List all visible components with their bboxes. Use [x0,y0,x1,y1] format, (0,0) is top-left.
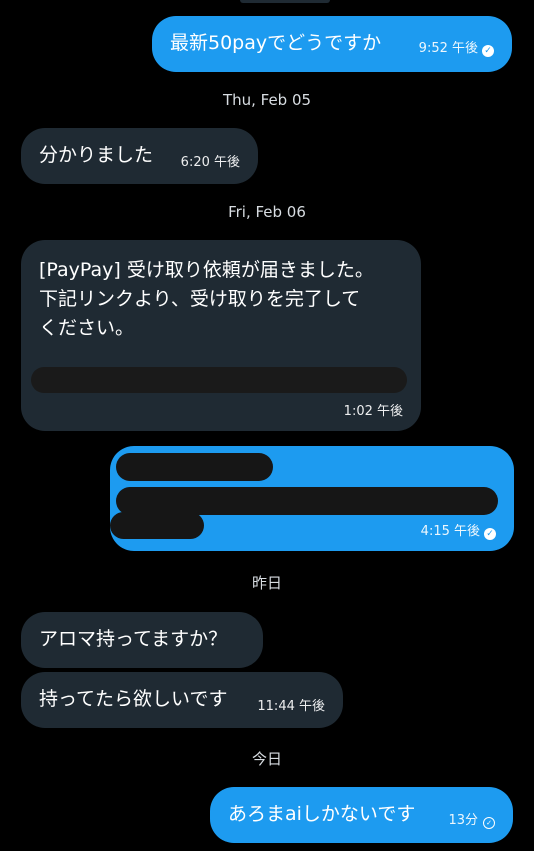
message-bubble-incoming[interactable]: アロマ持ってますか？ [21,612,263,668]
message-bubble-outgoing-redacted[interactable]: 4:15 午後 ✓ [110,446,514,551]
message-bubble-incoming[interactable]: 持ってたら欲しいです 11:44 午後 [21,672,343,728]
redacted-text [110,512,204,539]
message-bubble-incoming-paypay[interactable]: [PayPay] 受け取り依頼が届きました。 下記リンクより、受け取りを完了して… [21,240,421,431]
message-text: あろまaiしかないです [228,803,416,825]
date-separator: 昨日 [251,574,282,592]
previous-message-edge [240,0,330,3]
message-time: 11:44 午後 [257,699,325,714]
redacted-text [116,453,273,481]
message-time: 1:02 午後 [343,404,403,419]
message-bubble-incoming[interactable]: 分かりました 6:20 午後 [21,128,258,184]
redacted-text [116,487,498,515]
message-bubble-outgoing[interactable]: 最新50payでどうですか 9:52 午後 ✓ [152,16,512,72]
date-separator: 今日 [251,750,282,768]
message-text: [PayPay] 受け取り依頼が届きました。 下記リンクより、受け取りを完了して… [39,259,374,339]
message-text: 最新50payでどうですか [170,32,382,54]
message-text: アロマ持ってますか？ [39,628,228,650]
check-circle-filled-icon: ✓ [482,45,494,57]
message-text: 持ってたら欲しいです [39,688,228,710]
redacted-link [31,367,407,393]
date-separator: Thu, Feb 05 [222,91,312,109]
check-circle-filled-icon: ✓ [484,528,496,540]
message-bubble-outgoing[interactable]: あろまaiしかないです 13分 ✓ [210,787,513,843]
check-circle-outline-icon: ✓ [483,817,495,829]
message-text: 分かりました [39,144,154,166]
message-time: 4:15 午後 [420,524,480,539]
date-separator: Fri, Feb 06 [228,203,306,221]
message-time: 6:20 午後 [180,155,240,170]
message-time: 13分 [448,813,478,828]
message-time: 9:52 午後 [418,41,478,56]
